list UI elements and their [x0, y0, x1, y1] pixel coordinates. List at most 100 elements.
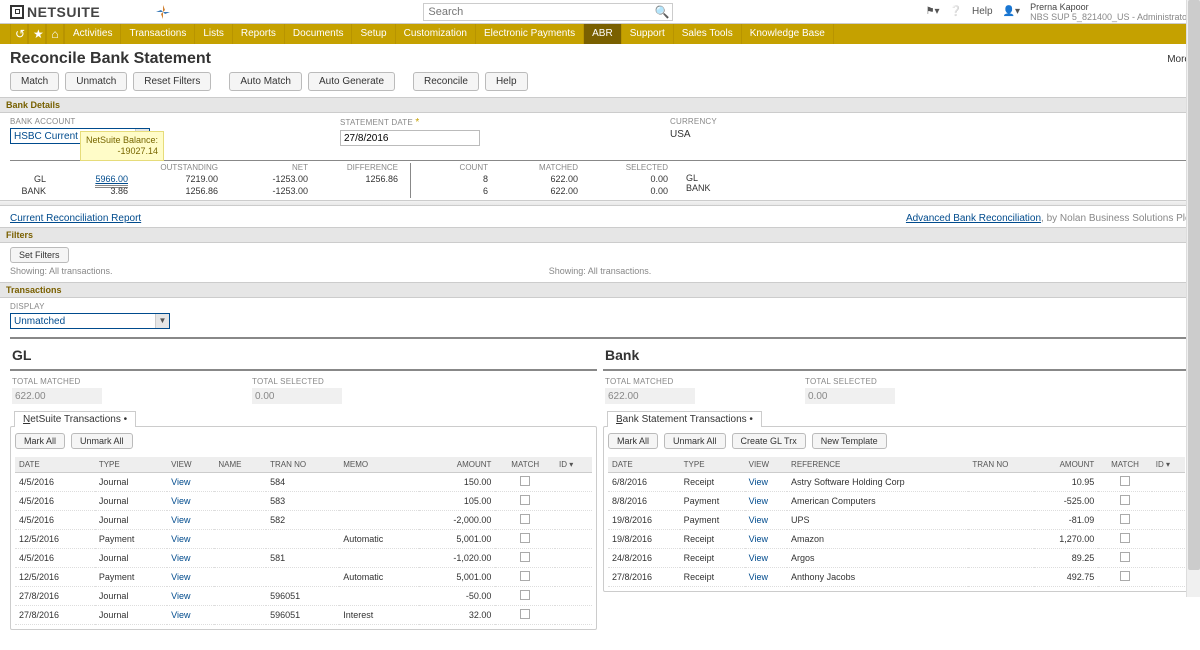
gl-unmark-all-button[interactable]: Unmark All	[71, 433, 133, 449]
user-icon[interactable]: 👤▾	[1003, 6, 1020, 17]
table-row[interactable]: 6/8/2016ReceiptViewAstry Software Holdin…	[608, 473, 1185, 492]
col-amount[interactable]: AMOUNT	[1034, 457, 1098, 473]
table-row[interactable]: 27/8/2016JournalView596051-50.00	[15, 587, 592, 606]
help-button[interactable]: Help	[485, 72, 528, 91]
nav-item-activities[interactable]: Activities	[64, 24, 121, 44]
match-checkbox[interactable]	[1120, 476, 1130, 486]
table-row[interactable]: 19/8/2016ReceiptViewAmazon1,270.00	[608, 530, 1185, 549]
help-label[interactable]: Help	[972, 6, 993, 17]
table-row[interactable]: 24/8/2016ReceiptViewArgos89.25	[608, 549, 1185, 568]
match-checkbox[interactable]	[1120, 514, 1130, 524]
abr-product-link[interactable]: Advanced Bank Reconciliation	[906, 213, 1041, 224]
table-row[interactable]: 4/5/2016JournalView581-1,020.00	[15, 549, 592, 568]
table-row[interactable]: 12/5/2016PaymentViewAutomatic5,001.00	[15, 530, 592, 549]
nav-item-documents[interactable]: Documents	[285, 24, 353, 44]
tab-bank-statement-transactions[interactable]: Bank Statement Transactions •	[607, 411, 762, 427]
auto-match-button[interactable]: Auto Match	[229, 72, 302, 91]
match-checkbox[interactable]	[520, 514, 530, 524]
match-button[interactable]: Match	[10, 72, 59, 91]
view-link[interactable]: View	[171, 553, 190, 563]
nav-item-lists[interactable]: Lists	[195, 24, 233, 44]
bank-mark-all-button[interactable]: Mark All	[608, 433, 658, 449]
unmatch-button[interactable]: Unmatch	[65, 72, 127, 91]
col-view[interactable]: VIEW	[745, 457, 787, 473]
current-recon-report-link[interactable]: Current Reconciliation Report	[10, 213, 141, 224]
match-checkbox[interactable]	[520, 495, 530, 505]
view-link[interactable]: View	[171, 477, 190, 487]
auto-generate-button[interactable]: Auto Generate	[308, 72, 395, 91]
col-tran-no[interactable]: TRAN NO	[266, 457, 339, 473]
table-row[interactable]: 27/8/2016ReceiptViewAnthony Jacobs492.75	[608, 568, 1185, 587]
search-input[interactable]	[423, 3, 673, 21]
view-link[interactable]: View	[749, 477, 768, 487]
tab-netsuite-transactions[interactable]: NetSuite Transactions •	[14, 411, 136, 427]
nav-item-setup[interactable]: Setup	[352, 24, 395, 44]
nav-item-support[interactable]: Support	[622, 24, 674, 44]
col-match[interactable]: MATCH	[495, 457, 555, 473]
col-type[interactable]: TYPE	[680, 457, 745, 473]
scrollbar[interactable]	[1186, 0, 1200, 597]
match-checkbox[interactable]	[520, 552, 530, 562]
view-link[interactable]: View	[749, 515, 768, 525]
col-id-[interactable]: ID ▾	[1152, 457, 1185, 473]
star-icon[interactable]: ★	[28, 24, 46, 44]
table-row[interactable]: 4/5/2016JournalView584150.00	[15, 473, 592, 492]
view-link[interactable]: View	[749, 553, 768, 563]
display-dropdown[interactable]: Unmatched ▼	[10, 313, 170, 329]
table-row[interactable]: 12/5/2016PaymentViewAutomatic5,001.00	[15, 568, 592, 587]
col-id-[interactable]: ID ▾	[555, 457, 592, 473]
table-row[interactable]: 8/8/2016PaymentViewAmerican Computers-52…	[608, 492, 1185, 511]
gl-mark-all-button[interactable]: Mark All	[15, 433, 65, 449]
col-view[interactable]: VIEW	[167, 457, 214, 473]
col-reference[interactable]: REFERENCE	[787, 457, 968, 473]
col-name[interactable]: NAME	[214, 457, 266, 473]
match-checkbox[interactable]	[1120, 533, 1130, 543]
table-row[interactable]: 4/5/2016JournalView582-2,000.00	[15, 511, 592, 530]
chevron-down-icon[interactable]: ▼	[155, 314, 169, 328]
view-link[interactable]: View	[171, 496, 190, 506]
bank-create-gl-trx-button[interactable]: Create GL Trx	[732, 433, 806, 449]
bank-unmark-all-button[interactable]: Unmark All	[664, 433, 726, 449]
view-link[interactable]: View	[749, 572, 768, 582]
view-link[interactable]: View	[749, 534, 768, 544]
view-link[interactable]: View	[171, 610, 190, 620]
col-tran-no[interactable]: TRAN NO	[968, 457, 1034, 473]
col-date[interactable]: DATE	[608, 457, 680, 473]
nav-item-knowledge-base[interactable]: Knowledge Base	[742, 24, 834, 44]
view-link[interactable]: View	[749, 496, 768, 506]
reconcile-button[interactable]: Reconcile	[413, 72, 479, 91]
nav-item-customization[interactable]: Customization	[396, 24, 476, 44]
statement-date-input[interactable]	[340, 130, 480, 146]
match-checkbox[interactable]	[1120, 571, 1130, 581]
table-row[interactable]: 4/5/2016JournalView583105.00	[15, 492, 592, 511]
history-icon[interactable]: ↺	[10, 24, 28, 44]
bank-new-template-button[interactable]: New Template	[812, 433, 887, 449]
view-link[interactable]: View	[171, 515, 190, 525]
match-checkbox[interactable]	[520, 533, 530, 543]
col-date[interactable]: DATE	[15, 457, 95, 473]
search-icon[interactable]: 🔍	[654, 5, 669, 19]
set-filters-button[interactable]: Set Filters	[10, 247, 69, 263]
view-link[interactable]: View	[171, 534, 190, 544]
home-icon[interactable]: ⌂	[46, 24, 64, 44]
help-icon[interactable]: ❔	[950, 6, 962, 17]
table-row[interactable]: 27/8/2016JournalView596051Interest32.00	[15, 606, 592, 625]
nav-item-transactions[interactable]: Transactions	[121, 24, 195, 44]
col-amount[interactable]: AMOUNT	[419, 457, 495, 473]
match-checkbox[interactable]	[520, 609, 530, 619]
table-row[interactable]: 19/8/2016PaymentViewUPS-81.09	[608, 511, 1185, 530]
col-match[interactable]: MATCH	[1098, 457, 1152, 473]
nav-item-abr[interactable]: ABR	[584, 24, 622, 44]
match-checkbox[interactable]	[520, 590, 530, 600]
match-checkbox[interactable]	[1120, 495, 1130, 505]
feedback-icon[interactable]: ⚑▾	[926, 6, 940, 17]
reset-filters-button[interactable]: Reset Filters	[133, 72, 211, 91]
match-checkbox[interactable]	[520, 476, 530, 486]
view-link[interactable]: View	[171, 591, 190, 601]
match-checkbox[interactable]	[1120, 552, 1130, 562]
nav-item-sales-tools[interactable]: Sales Tools	[674, 24, 742, 44]
view-link[interactable]: View	[171, 572, 190, 582]
nav-item-reports[interactable]: Reports	[233, 24, 285, 44]
nav-item-electronic-payments[interactable]: Electronic Payments	[476, 24, 584, 44]
pinwheel-icon[interactable]	[155, 4, 171, 20]
